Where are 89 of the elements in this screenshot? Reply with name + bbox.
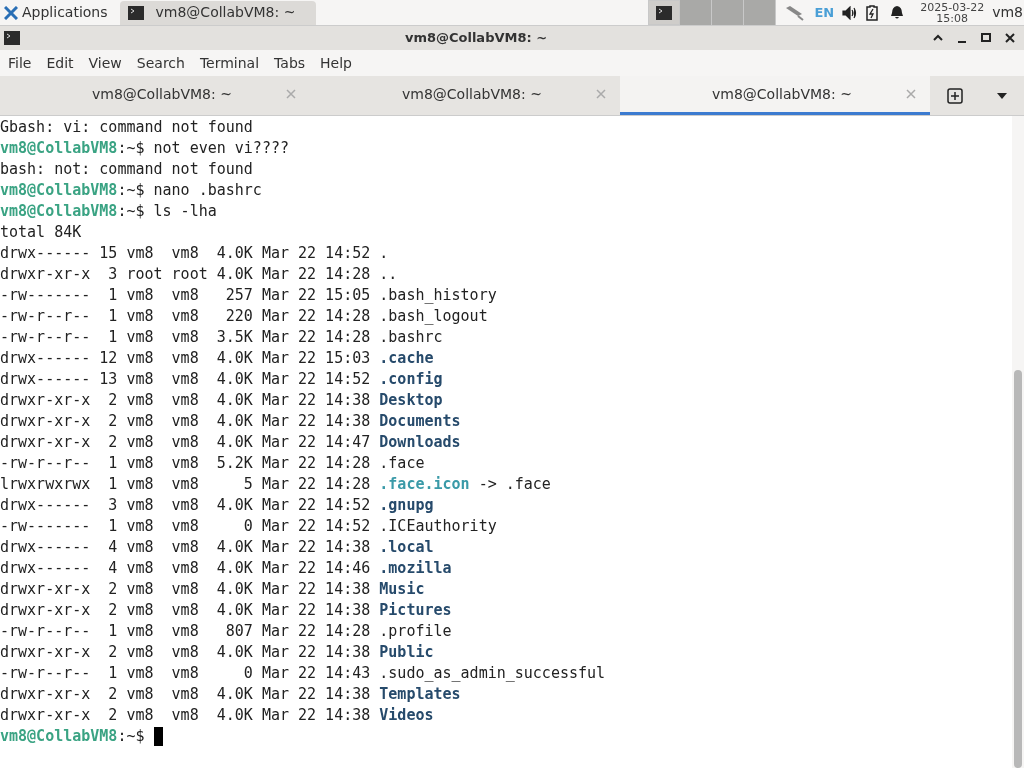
listing-details: -rw------- 1 vm8 vm8 257 Mar 22 15:05 — [0, 286, 372, 304]
file-name: Downloads — [379, 433, 461, 451]
menu-item[interactable]: Help — [320, 52, 352, 74]
menu-item[interactable]: Terminal — [199, 52, 260, 74]
file-name: .mozilla — [379, 559, 452, 577]
terminal-tab[interactable]: vm8@CollabVM8: ~ — [620, 76, 930, 115]
file-name: .cache — [379, 349, 434, 367]
listing-details: drwxr-xr-x 2 vm8 vm8 4.0K Mar 22 14:38 — [0, 685, 372, 703]
menu-item[interactable]: View — [88, 52, 122, 74]
file-name: Documents — [379, 412, 461, 430]
listing-details: -rw-r--r-- 1 vm8 vm8 807 Mar 22 14:28 — [0, 622, 372, 640]
maximize-icon[interactable] — [980, 32, 992, 44]
listing-details: drwxr-xr-x 2 vm8 vm8 4.0K Mar 22 14:38 — [0, 601, 372, 619]
listing-details: drwxr-xr-x 2 vm8 vm8 4.0K Mar 22 14:38 — [0, 643, 372, 661]
file-name: .local — [379, 538, 434, 556]
clock[interactable]: 2025-03-22 15:08 — [920, 1, 985, 24]
file-name: Pictures — [379, 601, 452, 619]
window-title: vm8@CollabVM8: ~ — [403, 29, 549, 48]
new-tab-icon[interactable] — [946, 87, 963, 104]
applications-menu[interactable]: Applications — [0, 0, 112, 25]
prompt-path: :~$ — [117, 180, 145, 201]
terminal-tab[interactable]: vm8@CollabVM8: ~ — [310, 76, 620, 115]
listing-details: drwxr-xr-x 2 vm8 vm8 4.0K Mar 22 14:47 — [0, 433, 372, 451]
terminal-icon — [4, 31, 20, 45]
prompt-user-host: vm8@CollabVM8 — [0, 138, 118, 159]
close-icon[interactable] — [1004, 32, 1016, 44]
file-name: .bash_history — [379, 286, 497, 304]
prompt-path: :~$ — [117, 726, 145, 747]
listing-details: drwxr-xr-x 2 vm8 vm8 4.0K Mar 22 14:38 — [0, 580, 372, 598]
listing-details: drwx------ 12 vm8 vm8 4.0K Mar 22 15:03 — [0, 349, 372, 367]
link-target: -> .face — [477, 475, 551, 493]
command-text: not even vi???? — [152, 138, 289, 159]
listing-details: drwx------ 13 vm8 vm8 4.0K Mar 22 14:52 — [0, 370, 372, 388]
listing-details: -rw-r--r-- 1 vm8 vm8 0 Mar 22 14:43 — [0, 664, 372, 682]
prompt-user-host: vm8@CollabVM8 — [0, 201, 118, 222]
file-name: Public — [379, 643, 434, 661]
terminal-tab[interactable]: vm8@CollabVM8: ~ — [0, 76, 310, 115]
listing-details: -rw-r--r-- 1 vm8 vm8 5.2K Mar 22 14:28 — [0, 454, 372, 472]
battery-icon[interactable] — [866, 4, 879, 21]
menu-item[interactable]: Search — [136, 52, 185, 74]
dropdown-arrow-icon[interactable] — [995, 91, 1008, 100]
file-name: .face.icon — [379, 475, 470, 493]
terminal-icon — [656, 5, 673, 20]
file-name: .sudo_as_admin_successful — [379, 664, 606, 682]
file-name: .config — [379, 370, 443, 388]
listing-details: drwx------ 4 vm8 vm8 4.0K Mar 22 14:46 — [0, 559, 372, 577]
user-name[interactable]: vm8 — [992, 2, 1023, 23]
prompt-user-host: vm8@CollabVM8 — [0, 726, 118, 747]
listing-details: drwx------ 4 vm8 vm8 4.0K Mar 22 14:38 — [0, 538, 372, 556]
prompt-path: :~$ — [117, 138, 145, 159]
prompt-user-host: vm8@CollabVM8 — [0, 180, 118, 201]
terminal-output: total 84K — [0, 223, 82, 241]
menu-item[interactable]: File — [8, 52, 32, 74]
command-text: ls -lha — [152, 201, 217, 222]
file-name: Desktop — [379, 391, 443, 409]
file-name: Music — [379, 580, 425, 598]
menu-item[interactable]: Tabs — [274, 52, 306, 74]
listing-details: drwxr-xr-x 2 vm8 vm8 4.0K Mar 22 14:38 — [0, 412, 372, 430]
listing-details: drwxr-xr-x 2 vm8 vm8 4.0K Mar 22 14:38 — [0, 391, 372, 409]
file-name: Videos — [379, 706, 434, 724]
file-name: . — [379, 244, 389, 262]
file-name: .profile — [379, 622, 452, 640]
taskbar-button[interactable]: vm8@CollabVM8: ~ — [119, 0, 316, 25]
listing-details: drwx------ 3 vm8 vm8 4.0K Mar 22 14:52 — [0, 496, 372, 514]
listing-details: drwx------ 15 vm8 vm8 4.0K Mar 22 14:52 — [0, 244, 372, 262]
scrollbar-thumb[interactable] — [1014, 370, 1022, 768]
terminal-output: Gbash: vi: command not found — [0, 118, 253, 136]
file-name: .ICEauthority — [379, 517, 497, 535]
file-name: .bashrc — [379, 328, 443, 346]
file-name: .bash_logout — [379, 307, 488, 325]
listing-details: -rw-r--r-- 1 vm8 vm8 3.5K Mar 22 14:28 — [0, 328, 372, 346]
menu-item[interactable]: Edit — [46, 52, 74, 74]
file-name: .. — [379, 265, 398, 283]
file-name: .gnupg — [379, 496, 434, 514]
app-logo-icon — [4, 5, 18, 20]
command-text: nano .bashrc — [152, 180, 262, 201]
listing-details: drwxr-xr-x 2 vm8 vm8 4.0K Mar 22 14:38 — [0, 706, 372, 724]
listing-details: -rw-r--r-- 1 vm8 vm8 220 Mar 22 14:28 — [0, 307, 372, 325]
volume-icon[interactable] — [842, 5, 859, 20]
terminal-icon — [127, 5, 144, 20]
file-name: .face — [379, 454, 425, 472]
listing-details: drwxr-xr-x 3 root root 4.0K Mar 22 14:28 — [0, 265, 372, 283]
listing-details: -rw------- 1 vm8 vm8 0 Mar 22 14:52 — [0, 517, 372, 535]
terminal-output: bash: not: command not found — [0, 160, 253, 178]
prompt-path: :~$ — [117, 201, 145, 222]
workspace-button[interactable] — [648, 0, 681, 25]
file-name: Templates — [379, 685, 461, 703]
listing-details: lrwxrwxrwx 1 vm8 vm8 5 Mar 22 14:28 — [0, 475, 372, 493]
notification-bell-icon[interactable] — [890, 5, 905, 20]
